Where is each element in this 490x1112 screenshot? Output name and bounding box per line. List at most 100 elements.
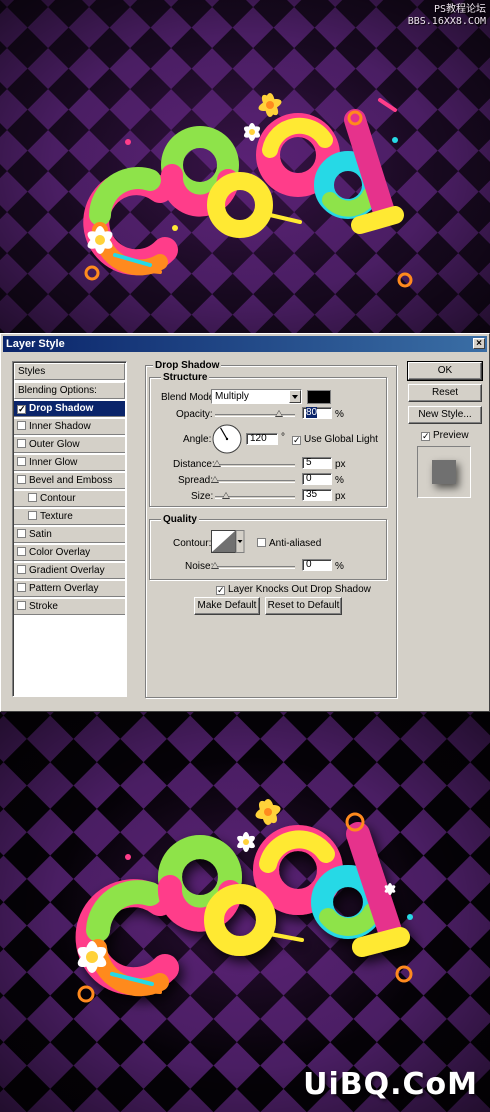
distance-field[interactable]: 5 — [302, 457, 332, 469]
style-item-label: Bevel and Emboss — [29, 475, 113, 486]
knocks-out-checkbox[interactable]: ✓ Layer Knocks Out Drop Shadow — [216, 584, 371, 596]
angle-dial[interactable] — [211, 423, 243, 455]
layer-style-dialog: Layer Style × Styles Blending Options: D… — [0, 333, 490, 712]
style-item[interactable]: Inner Glow — [14, 454, 125, 471]
opacity-slider-thumb[interactable] — [275, 410, 283, 417]
style-item-checkbox[interactable] — [17, 601, 26, 610]
size-value: 35 — [306, 489, 318, 500]
blend-mode-select[interactable]: Multiply — [211, 389, 302, 404]
style-item-checkbox[interactable] — [17, 583, 26, 592]
style-item-label: Drop Shadow — [29, 403, 94, 414]
styles-header[interactable]: Styles — [14, 363, 125, 380]
use-global-light-checkbox[interactable]: ✓ Use Global Light — [292, 434, 378, 446]
style-item-checkbox[interactable] — [17, 529, 26, 538]
size-slider[interactable] — [215, 492, 295, 499]
distance-label: Distance: — [173, 459, 215, 470]
style-item[interactable]: Inner Shadow — [14, 418, 125, 435]
distance-slider-thumb[interactable] — [212, 460, 221, 467]
watermark-line-1: PS教程论坛 — [433, 4, 486, 15]
anti-aliased-checkbox[interactable]: Anti-aliased — [257, 538, 321, 550]
blending-options-item[interactable]: Blending Options: Default — [14, 382, 125, 411]
style-item[interactable]: Satin — [14, 526, 125, 543]
knocks-out-label: Layer Knocks Out Drop Shadow — [228, 584, 371, 595]
angle-field[interactable]: 120 — [246, 433, 278, 445]
style-item-checkbox[interactable] — [17, 547, 26, 556]
blend-mode-label: Blend Mode: — [161, 392, 218, 403]
style-item-checkbox[interactable]: ✓ — [17, 405, 26, 414]
size-unit: px — [335, 491, 346, 502]
spread-label: Spread: — [178, 475, 214, 486]
reset-to-default-button[interactable]: Reset to Default — [265, 597, 342, 615]
noise-slider-thumb[interactable] — [211, 562, 219, 569]
style-item-label: Pattern Overlay — [29, 583, 99, 594]
make-default-button[interactable]: Make Default — [194, 597, 260, 615]
style-item[interactable]: ✓ Drop Shadow — [14, 400, 125, 417]
artwork-bottom: UiBQ.CoM — [0, 712, 490, 1112]
noise-unit: % — [335, 561, 344, 572]
drop-shadow-title: Drop Shadow — [153, 360, 222, 371]
style-item-checkbox[interactable] — [17, 439, 26, 448]
style-item-checkbox[interactable] — [28, 493, 37, 502]
ok-button[interactable]: OK — [407, 361, 483, 381]
spread-field[interactable]: 0 — [302, 473, 332, 485]
style-item[interactable]: Bevel and Emboss — [14, 472, 125, 489]
anti-aliased-check[interactable] — [257, 538, 266, 547]
style-item[interactable]: Pattern Overlay — [14, 580, 125, 597]
use-global-light-label: Use Global Light — [304, 434, 378, 445]
new-style-button[interactable]: New Style... — [408, 406, 482, 424]
style-item-label: Stroke — [29, 601, 58, 612]
close-button[interactable]: × — [473, 338, 485, 349]
style-item-checkbox[interactable] — [17, 421, 26, 430]
distance-slider[interactable] — [212, 460, 295, 467]
style-item[interactable]: Contour — [14, 490, 125, 507]
watermark-bottom: UiBQ.CoM — [303, 1067, 478, 1102]
reset-button[interactable]: Reset — [408, 384, 482, 402]
noise-label: Noise: — [185, 561, 214, 572]
style-item[interactable]: Color Overlay — [14, 544, 125, 561]
style-item-label: Inner Shadow — [29, 421, 91, 432]
size-slider-thumb[interactable] — [222, 492, 231, 499]
style-item-checkbox[interactable] — [17, 565, 26, 574]
contour-picker[interactable] — [211, 530, 245, 554]
opacity-field[interactable]: 80 — [302, 407, 332, 419]
spread-unit: % — [335, 475, 344, 486]
style-item[interactable]: Gradient Overlay — [14, 562, 125, 579]
style-item[interactable]: Stroke — [14, 598, 125, 615]
angle-label: Angle: — [183, 434, 212, 445]
contour-label: Contour: — [173, 538, 212, 549]
opacity-value: 80 — [306, 407, 318, 418]
cool-lettering — [83, 93, 413, 288]
preview-checkbox[interactable]: ✓ Preview — [421, 430, 469, 442]
preview-check[interactable]: ✓ — [421, 432, 430, 441]
blend-mode-value: Multiply — [215, 391, 249, 402]
style-item-label: Contour — [40, 493, 76, 504]
spread-slider-thumb[interactable] — [211, 476, 219, 483]
style-preview-box — [417, 446, 471, 498]
styles-list: Styles Blending Options: Default ✓Drop S… — [12, 361, 127, 697]
style-item-label: Gradient Overlay — [29, 565, 105, 576]
spread-slider[interactable] — [211, 476, 295, 483]
noise-value: 0 — [306, 559, 312, 570]
style-item-label: Outer Glow — [29, 439, 80, 450]
style-item[interactable]: Texture — [14, 508, 125, 525]
noise-slider[interactable] — [211, 562, 295, 569]
distance-unit: px — [335, 459, 346, 470]
style-item-checkbox[interactable] — [17, 457, 26, 466]
style-item-label: Inner Glow — [29, 457, 78, 468]
chevron-down-icon — [289, 390, 301, 403]
style-item[interactable]: Outer Glow — [14, 436, 125, 453]
style-item-checkbox[interactable] — [17, 475, 26, 484]
size-field[interactable]: 35 — [302, 489, 332, 501]
dialog-title: Layer Style — [6, 338, 65, 350]
style-item-label: Color Overlay — [29, 547, 91, 558]
opacity-unit: % — [335, 409, 344, 420]
use-global-light-check[interactable]: ✓ — [292, 436, 301, 445]
anti-aliased-label: Anti-aliased — [269, 538, 322, 549]
distance-value: 5 — [306, 457, 312, 468]
opacity-slider[interactable] — [215, 410, 295, 417]
noise-field[interactable]: 0 — [302, 559, 332, 571]
shadow-color-swatch[interactable] — [307, 390, 331, 404]
style-item-checkbox[interactable] — [28, 511, 37, 520]
preview-swatch — [432, 460, 456, 484]
knocks-out-check[interactable]: ✓ — [216, 586, 225, 595]
